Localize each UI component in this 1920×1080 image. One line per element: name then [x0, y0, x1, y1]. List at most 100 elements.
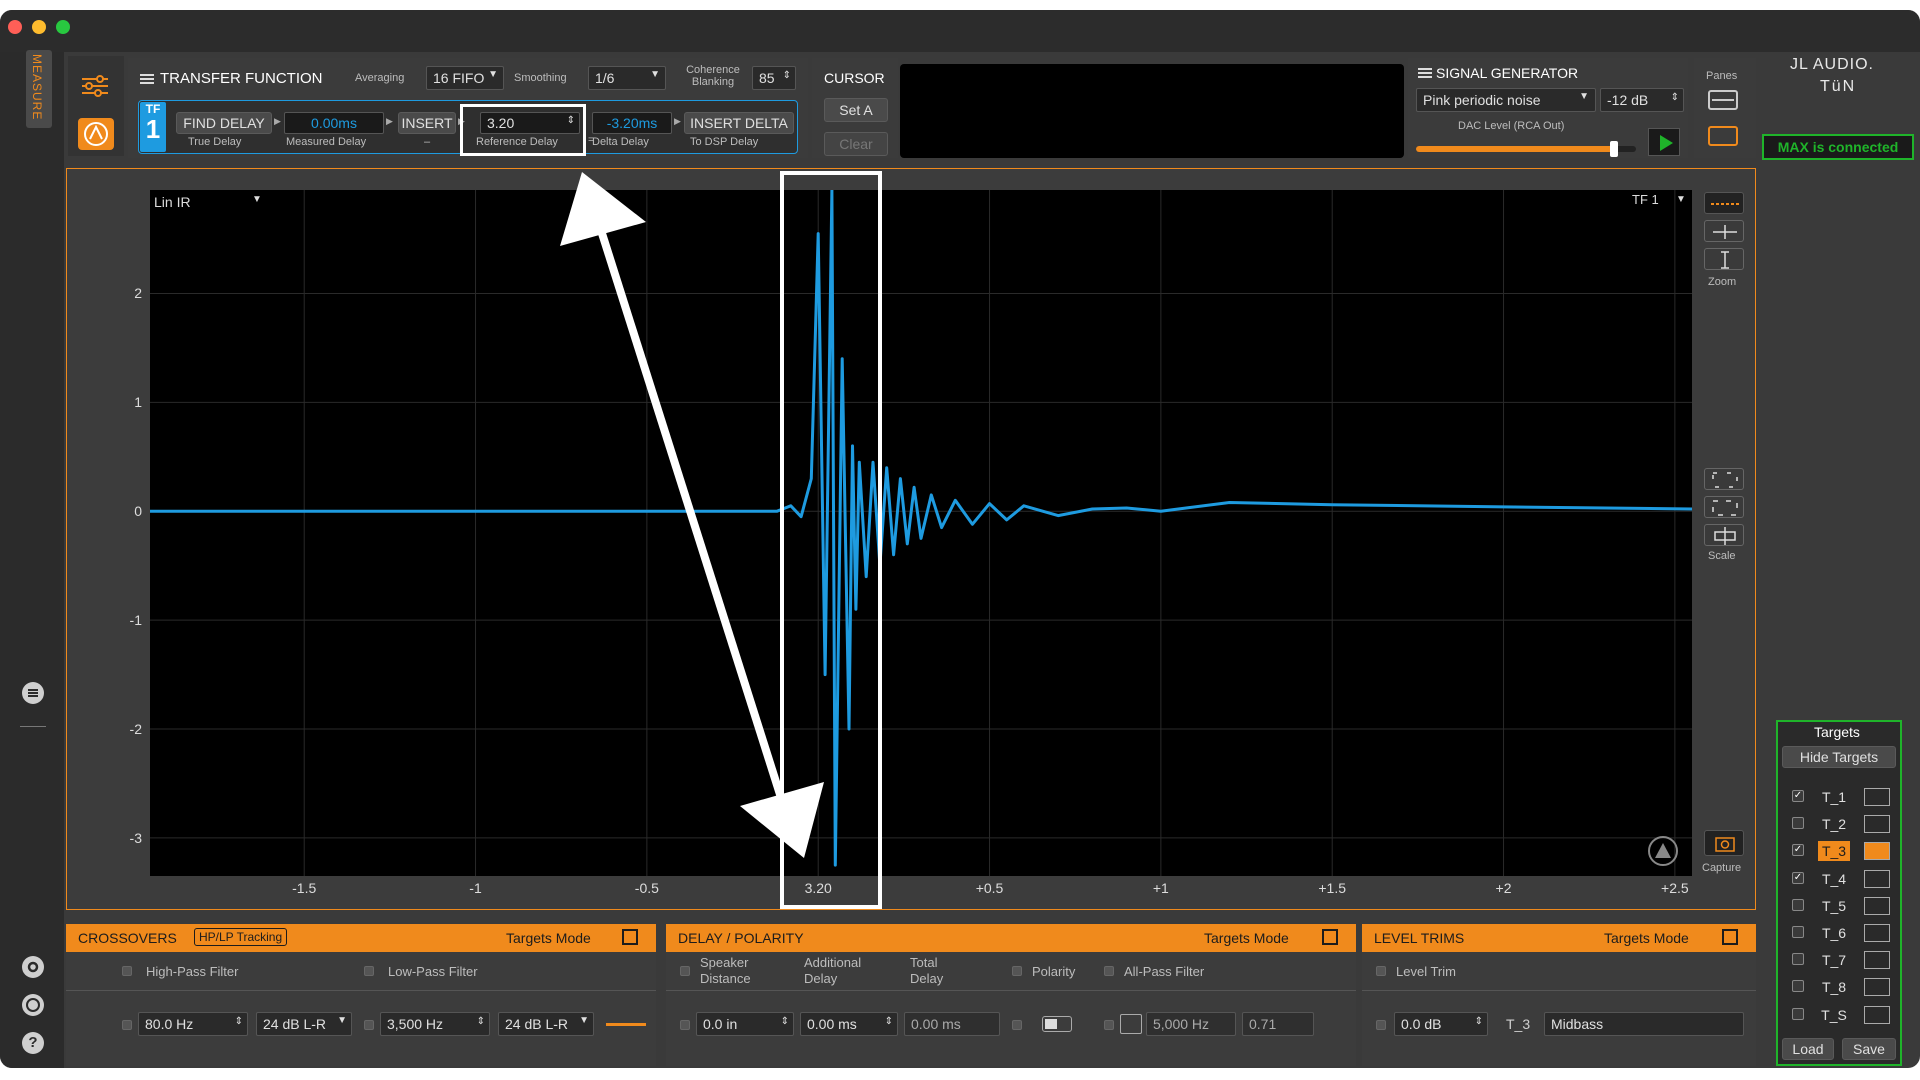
- x-tick-label: -0.5: [634, 880, 659, 896]
- target-checkbox[interactable]: [1792, 980, 1804, 993]
- target-curve-icon[interactable]: [1864, 869, 1890, 888]
- speaker-distance-label: Speaker Distance: [700, 955, 751, 987]
- target-row[interactable]: T_7: [1788, 949, 1894, 971]
- target-curve-icon[interactable]: [1864, 842, 1890, 861]
- y-tick-label: 0: [134, 503, 142, 520]
- target-name[interactable]: T_1: [1818, 787, 1850, 807]
- target-row[interactable]: T_8: [1788, 976, 1894, 998]
- level-trim-enable-checkbox[interactable]: [1376, 1020, 1386, 1030]
- target-curve-icon[interactable]: [1864, 978, 1890, 997]
- annotation-overlay: [560, 171, 882, 909]
- target-curve-icon[interactable]: [1864, 788, 1890, 806]
- lp-enable-checkbox[interactable]: [364, 1020, 374, 1030]
- target-curve-icon[interactable]: [1864, 896, 1890, 915]
- target-row[interactable]: T_5: [1788, 895, 1894, 917]
- hp-enable-checkbox[interactable]: [122, 1020, 132, 1030]
- y-tick-label: -2: [129, 721, 142, 737]
- delay-polarity-mode: Targets Mode: [1204, 930, 1289, 946]
- level-trims-mode: Targets Mode: [1604, 930, 1689, 946]
- allpass-enable-checkbox[interactable]: [1104, 1020, 1114, 1030]
- target-row[interactable]: T_6: [1788, 922, 1894, 944]
- target-curve-icon[interactable]: [1864, 924, 1890, 942]
- target-name[interactable]: T_8: [1818, 977, 1850, 997]
- level-trim-value: 0.0 dB: [1401, 1016, 1442, 1032]
- crossovers-mode: Targets Mode: [506, 930, 591, 946]
- allpass-label: All-Pass Filter: [1124, 964, 1205, 979]
- x-tick-label: -1: [469, 880, 482, 896]
- allpass-checkbox[interactable]: [1104, 966, 1114, 976]
- target-curve-icon[interactable]: [1864, 815, 1890, 834]
- crossovers-panel: CROSSOVERS HP/LP Tracking Targets Mode H…: [66, 924, 656, 1066]
- target-name[interactable]: T_4: [1818, 869, 1850, 889]
- polarity-checkbox[interactable]: [1012, 966, 1022, 976]
- target-row[interactable]: ✓ T_3: [1788, 840, 1894, 862]
- target-row[interactable]: ✓ T_4: [1788, 868, 1894, 890]
- hp-slope-select[interactable]: 24 dB L-R ▼: [256, 1012, 352, 1036]
- target-curve-icon[interactable]: [1864, 1005, 1890, 1024]
- stepper-icon: ⇕: [780, 1016, 789, 1027]
- target-name[interactable]: T_3: [1818, 841, 1850, 862]
- stepper-icon: ⇕: [884, 1016, 893, 1027]
- target-curve-icon[interactable]: [1864, 951, 1890, 970]
- target-row[interactable]: T_S: [1788, 1004, 1894, 1026]
- load-targets-button[interactable]: Load: [1782, 1038, 1834, 1060]
- delay-enable-checkbox[interactable]: [680, 966, 690, 976]
- polarity-toggle-icon[interactable]: [1042, 1016, 1072, 1032]
- target-checkbox[interactable]: [1792, 926, 1804, 938]
- y-tick-label: -3: [129, 829, 142, 846]
- target-checkbox[interactable]: [1792, 1007, 1804, 1020]
- hide-targets-button[interactable]: Hide Targets: [1782, 746, 1896, 768]
- target-checkbox[interactable]: [1792, 898, 1804, 911]
- lp-freq-stepper[interactable]: 3,500 Hz ⇕: [380, 1012, 490, 1036]
- level-trim-checkbox[interactable]: [1376, 966, 1386, 976]
- hp-lp-tracking-toggle[interactable]: HP/LP Tracking: [194, 928, 288, 946]
- target-description-field[interactable]: Midbass: [1544, 1012, 1744, 1036]
- target-checkbox[interactable]: [1792, 953, 1804, 966]
- lp-filter-checkbox[interactable]: [364, 966, 374, 976]
- popout-icon[interactable]: [1322, 929, 1338, 945]
- save-targets-button[interactable]: Save: [1842, 1038, 1896, 1060]
- speaker-distance-line1: Speaker: [700, 955, 749, 970]
- hp-freq-stepper[interactable]: 80.0 Hz ⇕: [138, 1012, 248, 1036]
- level-trim-stepper[interactable]: 0.0 dB ⇕: [1394, 1012, 1488, 1036]
- target-row[interactable]: T_2: [1788, 813, 1894, 835]
- crossovers-title: CROSSOVERS: [78, 930, 177, 946]
- level-trims-header: LEVEL TRIMS Targets Mode: [1362, 924, 1756, 952]
- target-row[interactable]: ✓ T_1: [1788, 786, 1894, 808]
- popout-icon[interactable]: [622, 929, 638, 945]
- target-name[interactable]: T_5: [1818, 896, 1850, 916]
- distance-stepper[interactable]: 0.0 in ⇕: [696, 1012, 794, 1036]
- allpass-q-stepper[interactable]: 0.71: [1242, 1012, 1314, 1036]
- target-name[interactable]: T_2: [1818, 814, 1850, 834]
- speaker-distance-line2: Distance: [700, 971, 751, 986]
- allpass-curve-icon[interactable]: [1120, 1014, 1142, 1034]
- target-checkbox[interactable]: ✓: [1792, 844, 1804, 857]
- delay-polarity-panel: DELAY / POLARITY Targets Mode Speaker Dis…: [666, 924, 1356, 1066]
- additional-delay-line1: Additional: [804, 955, 862, 970]
- annotation-arrow-shaft: [589, 203, 794, 828]
- target-checkbox[interactable]: ✓: [1792, 871, 1804, 884]
- additional-delay-stepper[interactable]: 0.00 ms ⇕: [800, 1012, 898, 1036]
- target-name[interactable]: T_S: [1818, 1005, 1850, 1025]
- stepper-icon: ⇕: [234, 1016, 243, 1027]
- distance-enable-checkbox[interactable]: [680, 1020, 690, 1030]
- target-checkbox[interactable]: ✓: [1792, 790, 1804, 802]
- target-checkbox[interactable]: [1792, 817, 1804, 830]
- distance-value: 0.0 in: [703, 1016, 738, 1032]
- polarity-enable-checkbox[interactable]: [1012, 1020, 1022, 1030]
- x-tick-label: -1.5: [292, 880, 317, 896]
- popout-icon[interactable]: [1722, 929, 1738, 945]
- lp-slope-select[interactable]: 24 dB L-R ▼: [498, 1012, 594, 1036]
- allpass-q-value: 0.71: [1249, 1016, 1277, 1032]
- chevron-down-icon: ▼: [337, 1015, 347, 1026]
- x-tick-label: +2: [1495, 880, 1512, 896]
- hp-freq-value: 80.0 Hz: [145, 1016, 194, 1032]
- hp-filter-checkbox[interactable]: [122, 966, 132, 976]
- x-tick-label: +0.5: [975, 880, 1004, 896]
- level-trims-title: LEVEL TRIMS: [1374, 930, 1465, 946]
- target-name[interactable]: T_6: [1818, 923, 1850, 943]
- stepper-icon: ⇕: [1474, 1016, 1483, 1027]
- total-delay-line2: Delay: [910, 971, 944, 986]
- target-name[interactable]: T_7: [1818, 950, 1850, 970]
- allpass-freq-stepper[interactable]: 5,000 Hz: [1146, 1012, 1236, 1036]
